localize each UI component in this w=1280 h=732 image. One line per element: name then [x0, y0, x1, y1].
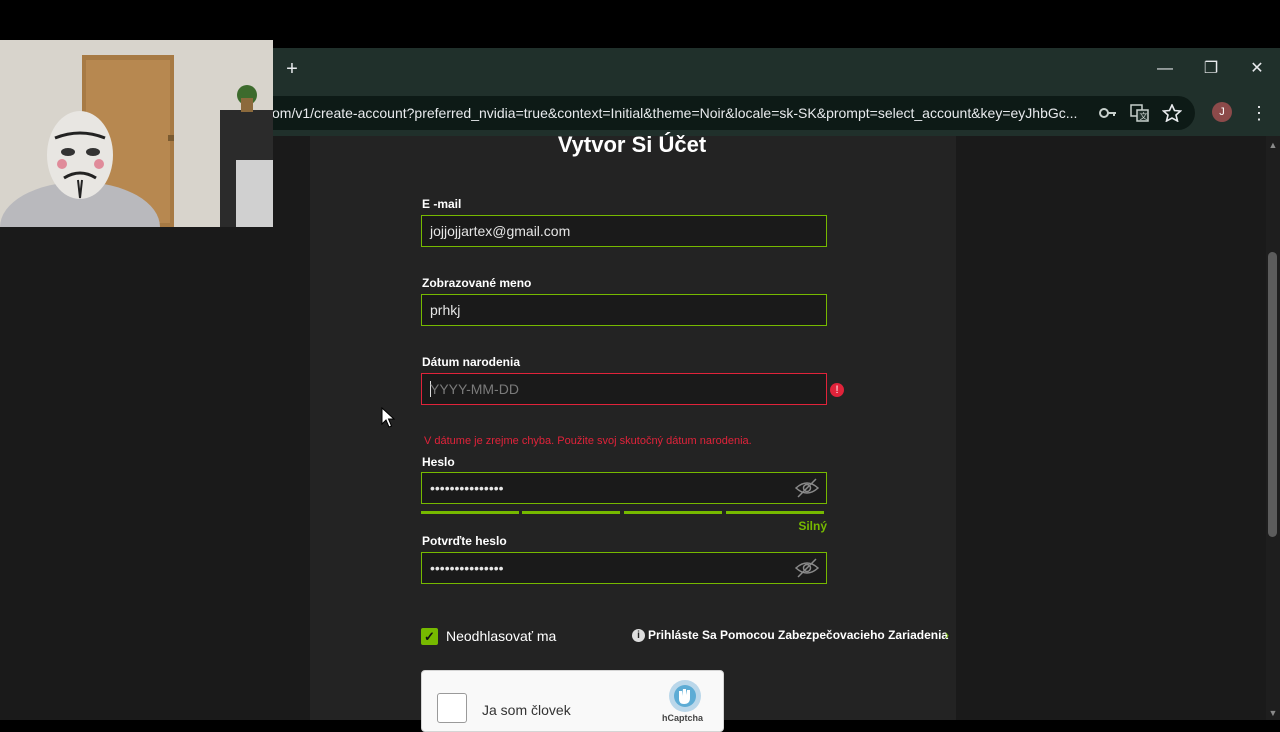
restore-button[interactable]: ❐	[1196, 56, 1226, 82]
webcam-overlay	[0, 40, 273, 227]
remember-me-checkbox[interactable]: ✓	[421, 628, 438, 645]
hide-password-icon[interactable]	[794, 477, 820, 499]
translate-icon[interactable]: 文	[1130, 104, 1150, 122]
info-icon: i	[632, 629, 645, 642]
password-label: Heslo	[422, 455, 455, 469]
remember-me-label[interactable]: Neodhlasovať ma	[446, 627, 556, 645]
strength-segment	[624, 511, 722, 514]
security-device-link[interactable]: Prihláste Sa Pomocou Zabezpečovacieho Za…	[648, 627, 948, 643]
close-window-button[interactable]: ✕	[1242, 56, 1272, 82]
star-icon[interactable]	[1161, 103, 1183, 123]
display-name-value: prhkj	[430, 302, 461, 318]
scroll-up-icon[interactable]: ▲	[1266, 139, 1280, 151]
password-strength-label: Silný	[798, 519, 827, 533]
profile-avatar[interactable]: J	[1212, 102, 1232, 122]
mouse-cursor-icon	[381, 407, 395, 428]
strength-segment	[421, 511, 519, 514]
password-value: •••••••••••••••	[430, 480, 504, 496]
birthdate-placeholder: YYYY-MM-DD	[430, 381, 519, 397]
page-background-right	[956, 136, 1266, 720]
captcha-brand: hCaptcha	[662, 713, 704, 723]
url-text[interactable]: om/v1/create-account?preferred_nvidia=tr…	[272, 103, 1092, 123]
email-label: E -mail	[422, 197, 462, 211]
new-tab-button[interactable]: +	[284, 58, 300, 80]
hide-password-icon[interactable]	[794, 557, 820, 579]
confirm-password-field[interactable]: •••••••••••••••	[421, 552, 827, 584]
scroll-down-icon[interactable]: ▼	[1266, 707, 1280, 719]
error-icon: !	[830, 383, 844, 397]
hcaptcha-logo-icon	[669, 680, 701, 712]
webcam-image	[0, 40, 273, 227]
display-name-label: Zobrazované meno	[422, 276, 532, 290]
strength-segment	[726, 511, 824, 514]
email-value: jojjojjartex@gmail.com	[430, 223, 571, 239]
key-icon[interactable]	[1098, 104, 1118, 122]
password-field[interactable]: •••••••••••••••	[421, 472, 827, 504]
strength-segment	[522, 511, 620, 514]
birthdate-error-message: V dátume je zrejme chyba. Použite svoj s…	[424, 435, 752, 447]
browser-menu-icon[interactable]: ⋮	[1250, 102, 1268, 124]
chevron-right-icon: ›	[945, 628, 949, 642]
minimize-button[interactable]: —	[1150, 56, 1180, 82]
confirm-password-value: •••••••••••••••	[430, 560, 504, 576]
scrollbar-thumb[interactable]	[1268, 252, 1277, 537]
display-name-field[interactable]: prhkj	[421, 294, 827, 326]
birthdate-field[interactable]: YYYY-MM-DD	[421, 373, 827, 405]
page-title: Vytvor Si Účet	[557, 132, 707, 157]
captcha-label: Ja som človek	[482, 702, 571, 718]
birthdate-label: Dátum narodenia	[422, 355, 521, 369]
confirm-password-label: Potvrďte heslo	[422, 534, 507, 548]
email-field[interactable]: jojjojjartex@gmail.com	[421, 215, 827, 247]
captcha-checkbox[interactable]	[437, 693, 467, 723]
hcaptcha-widget: Ja som človek hCaptcha	[421, 670, 724, 732]
svg-text:文: 文	[1140, 111, 1148, 121]
